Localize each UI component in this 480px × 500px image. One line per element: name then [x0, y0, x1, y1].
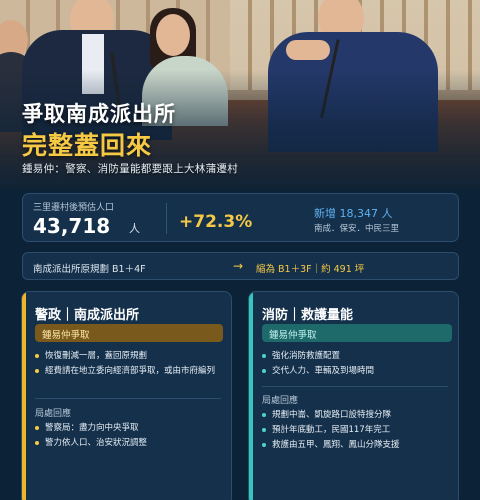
list-item: 強化消防救護配置 [262, 349, 374, 363]
police-divider [35, 398, 221, 399]
police-tag: 鍾易仲爭取 [35, 324, 223, 342]
headline-primary: 爭取南成派出所 [22, 102, 176, 126]
population-unit: 人 [129, 222, 140, 235]
list-item: 恢復刪減一層，蓋回原規劃 [35, 349, 215, 363]
fire-response-heading: 局處回應 [262, 396, 299, 406]
affected-villages: 南成．保安．中民三里 [314, 224, 400, 234]
population-stats-card: 三里遷村後預估人口 43,718 人 +72.3% 新增 18,347 人 南成… [22, 193, 459, 242]
headline-highlight: 完整蓋回來 [22, 131, 153, 160]
list-item: 警察局：盡力向中央爭取 [35, 421, 147, 435]
fire-tag: 鍾易仲爭取 [262, 324, 452, 342]
list-item: 交代人力、車輛及到場時間 [262, 364, 374, 378]
fire-divider [262, 386, 448, 387]
fire-column: 消防｜救護量能 鍾易仲爭取 強化消防救護配置 交代人力、車輛及到場時間 局處回應… [248, 291, 459, 500]
police-responses: 警察局：盡力向中央爭取 警力依人口、治安狀況調整 [35, 421, 147, 451]
police-accent-bar [22, 292, 26, 500]
arrow-right-icon: → [233, 259, 244, 273]
fire-accent-bar [249, 292, 253, 500]
stats-divider [166, 203, 167, 234]
list-item: 警力依人口、治安狀況調整 [35, 436, 147, 450]
police-response-heading: 局處回應 [35, 409, 72, 419]
police-title: 警政｜南成派出所 [35, 308, 140, 323]
plan-original: 南成派出所原規劃 B1＋4F [33, 264, 146, 275]
police-requests: 恢復刪減一層，蓋回原規劃 經費請在地立委向經濟部爭取，或由市府編列 [35, 349, 215, 379]
list-item: 救護由五甲、鳳翔、鳳山分隊支援 [262, 438, 400, 452]
fire-requests: 強化消防救護配置 交代人力、車輛及到場時間 [262, 349, 374, 379]
headline-caption: 鍾易仲：警察、消防量能都要跟上大林蒲遷村 [22, 163, 238, 175]
police-column: 警政｜南成派出所 鍾易仲爭取 恢復刪減一層，蓋回原規劃 經費請在地立委向經濟部爭… [21, 291, 232, 500]
station-plan-bar: 南成派出所原規劃 B1＋4F → 縮為 B1＋3F｜約 491 坪 [22, 252, 459, 280]
plan-revised: 縮為 B1＋3F｜約 491 坪 [256, 264, 365, 275]
list-item: 規劃中崙、凱旋路口設特搜分隊 [262, 408, 400, 422]
fire-title: 消防｜救護量能 [262, 308, 354, 323]
population-added: 新增 18,347 人 [314, 207, 393, 220]
list-item: 經費請在地立委向經濟部爭取，或由市府編列 [35, 364, 215, 378]
list-item: 預計年底動工，民國117年完工 [262, 423, 400, 437]
population-value: 43,718 [33, 214, 111, 238]
population-label: 三里遷村後預估人口 [33, 203, 115, 213]
population-growth: +72.3% [179, 212, 253, 232]
fire-responses: 規劃中崙、凱旋路口設特搜分隊 預計年底動工，民國117年完工 救護由五甲、鳳翔、… [262, 408, 400, 453]
